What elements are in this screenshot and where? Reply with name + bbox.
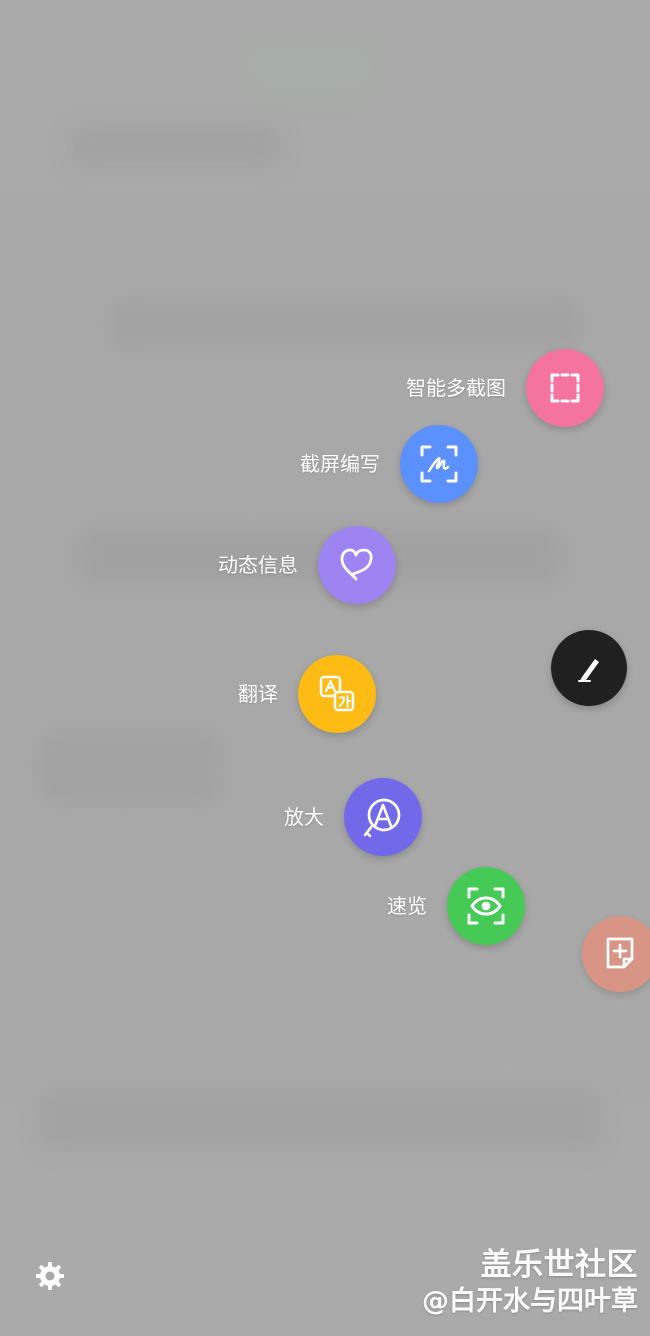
translate-icon — [313, 670, 361, 718]
settings-button[interactable] — [33, 1259, 67, 1293]
screen: 智能多截图 截屏编写 动态信息 翻译 放大 速览 盖乐世社区 @白开水与四叶草 — [0, 0, 650, 1336]
note-add-icon — [597, 931, 643, 977]
pen-button[interactable] — [551, 630, 627, 706]
menu-item-glance[interactable]: 速览 — [320, 867, 525, 945]
menu-item-label: 速览 — [387, 894, 427, 918]
eye-capture-icon — [461, 881, 511, 931]
glance-button[interactable] — [447, 867, 525, 945]
pen-icon — [572, 651, 606, 685]
watermark: 盖乐世社区 @白开水与四叶草 — [422, 1246, 638, 1318]
background-blur-1 — [240, 40, 380, 96]
watermark-brand: 盖乐世社区 — [480, 1246, 638, 1283]
live-message-button[interactable] — [318, 526, 396, 604]
scribble-capture-icon — [416, 441, 462, 487]
menu-item-translate[interactable]: 翻译 — [170, 655, 376, 733]
menu-item-label: 放大 — [284, 805, 324, 829]
menu-item-screen-write[interactable]: 截屏编写 — [230, 425, 478, 503]
menu-item-label: 动态信息 — [218, 553, 298, 577]
menu-item-smart-multi-capture[interactable]: 智能多截图 — [260, 349, 604, 427]
magnify-button[interactable] — [344, 778, 422, 856]
translate-button[interactable] — [298, 655, 376, 733]
dashed-square-icon — [544, 367, 586, 409]
background-blur-6 — [40, 1090, 600, 1148]
menu-item-live-message[interactable]: 动态信息 — [130, 526, 396, 604]
gear-icon — [34, 1260, 66, 1292]
heart-outline-icon — [335, 543, 379, 587]
background-blur-5 — [40, 735, 220, 801]
smart-multi-capture-button[interactable] — [526, 349, 604, 427]
background-blur-2 — [70, 126, 280, 166]
magnify-a-icon — [358, 792, 408, 842]
watermark-handle: @白开水与四叶草 — [422, 1285, 638, 1317]
menu-item-label: 智能多截图 — [406, 376, 506, 400]
menu-item-magnify[interactable]: 放大 — [210, 778, 422, 856]
floating-note-button[interactable] — [582, 916, 650, 992]
background-blur-3 — [110, 300, 580, 348]
menu-item-label: 截屏编写 — [300, 452, 380, 476]
menu-item-label: 翻译 — [238, 682, 278, 706]
screen-write-button[interactable] — [400, 425, 478, 503]
